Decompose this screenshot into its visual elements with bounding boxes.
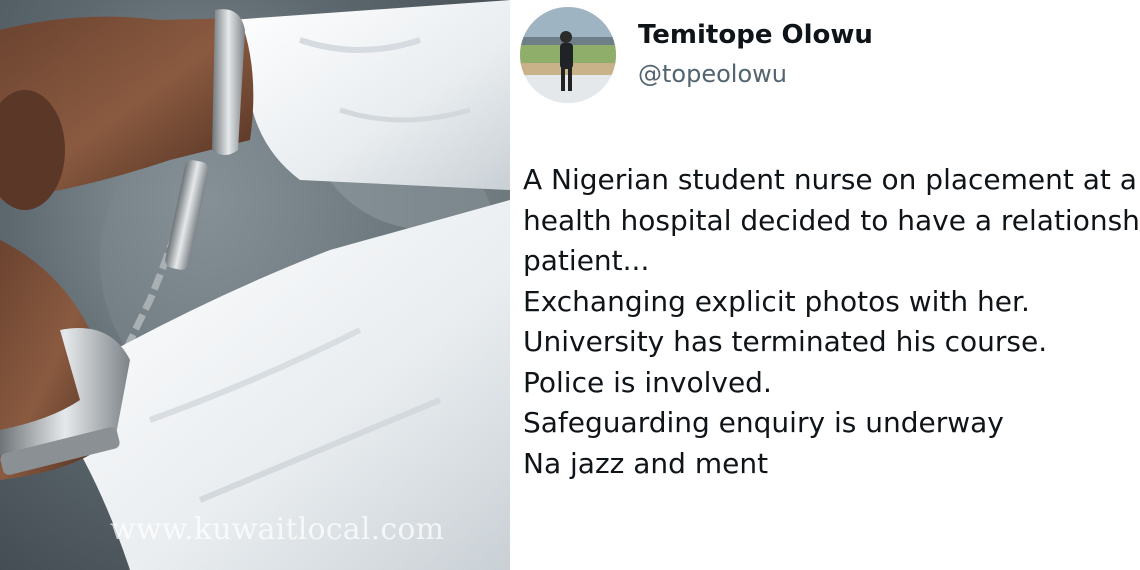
tweet-line: A Nigerian student nurse on placement at… [523, 163, 1140, 196]
tweet-line: health hospital decided to have a relati… [523, 203, 1140, 237]
tweet-line: Police is involved. [523, 365, 772, 399]
watermark-text: www.kuwaitlocal.com [110, 512, 445, 547]
tweet-line: patient... [523, 244, 650, 277]
screenshot-frame: www.kuwaitlocal.com Temitope Olowu @tope… [0, 0, 1140, 570]
tweet-card: Temitope Olowu @topeolowu A Nigerian stu… [510, 0, 1140, 570]
author-handle[interactable]: @topeolowu [638, 60, 787, 88]
handcuffs-photo: www.kuwaitlocal.com [0, 0, 510, 570]
author-avatar[interactable] [520, 7, 616, 103]
author-name[interactable]: Temitope Olowu [638, 20, 873, 50]
avatar-image-icon [520, 7, 616, 103]
tweet-line: University has terminated his course. [523, 325, 1048, 358]
tweet-line: Na jazz and ment [523, 446, 769, 480]
handcuffs-illustration [0, 0, 510, 570]
tweet-line: Safeguarding enquiry is underway [523, 406, 1004, 439]
tweet-text: A Nigerian student nurse on placement at… [523, 160, 1140, 484]
tweet-line: Exchanging explicit photos with her. [523, 284, 1030, 318]
